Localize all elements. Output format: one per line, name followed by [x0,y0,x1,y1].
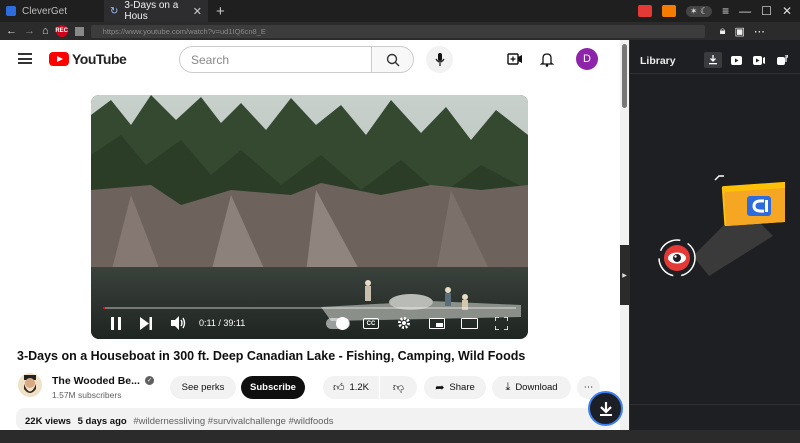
tab-label: 3-Days on a Hous [124,0,179,22]
settings-gear-icon[interactable] [397,316,411,330]
tab-audio[interactable] [773,52,791,68]
maximize-icon[interactable]: ☐ [761,4,772,18]
fullscreen-icon[interactable] [495,317,508,330]
tab-label: CleverGet [22,5,68,17]
screenshot-icon[interactable]: ▣ [735,25,745,38]
account-avatar[interactable]: D [576,48,598,70]
download-icon: ⤓ [505,381,511,393]
volume-icon[interactable] [171,316,186,330]
subscribe-button[interactable]: Subscribe [241,376,305,399]
more-icon[interactable]: ⋯ [754,25,765,38]
search-button[interactable] [372,46,414,73]
microphone-icon [435,52,444,66]
video-player[interactable]: 0:11 / 39:11 CC [91,95,528,339]
miniplayer-icon[interactable] [429,318,445,329]
youtube-play-icon [49,52,69,66]
library-panel: Library [629,40,800,430]
browser-tab-bar: CleverGet ↻ 3-Days on a Hous ✕ + ✶ ☾ ≡ —… [0,0,800,22]
thumbs-down-icon: 👎︎ [392,382,405,394]
tab-downloading[interactable] [704,52,722,68]
video-icon [730,55,742,65]
video-progress-bar[interactable] [103,307,516,309]
record-badge[interactable]: REC [55,25,68,37]
download-button[interactable]: ⤓ Download [492,376,571,399]
back-icon[interactable]: ← [6,25,17,37]
library-title: Library [640,55,676,67]
empty-library-illustration [658,175,785,277]
loading-icon: ↻ [110,5,119,17]
cleverget-logo-icon [6,6,16,16]
download-tray-icon [709,55,717,65]
tab-videos[interactable] [727,52,745,68]
video-time-readout: 0:11 / 39:11 [199,318,246,328]
page-scrollbar[interactable] [620,40,629,430]
window-controls: ✶ ☾ ≡ — ☐ ✕ [638,4,800,18]
music-video-icon [753,55,765,65]
view-count: 22K views [25,416,71,427]
video-title: 3-Days on a Houseboat in 300 ft. Deep Ca… [17,349,526,363]
video-frame-image [91,95,528,339]
create-video-icon[interactable] [507,52,523,66]
voice-search-button[interactable] [426,46,453,73]
verified-check-icon: ✓ [145,376,154,385]
share-button[interactable]: ➦ Share [424,376,486,399]
more-dots-icon: ⋯ [583,382,594,393]
subtitles-icon[interactable]: CC [363,318,379,329]
menu-icon[interactable]: ≡ [722,4,729,18]
url-field[interactable]: https://www.youtube.com/watch?v=ud1IQ6cn… [90,24,705,38]
close-tab-icon[interactable]: ✕ [193,5,202,18]
lock-icon[interactable]: 🔒︎ [720,25,726,38]
search-icon [386,53,399,66]
library-bottom-divider [630,404,800,405]
notifications-bell-icon[interactable] [540,52,554,67]
channel-name[interactable]: The Wooded Be... [52,375,140,387]
audio-icon [776,55,788,65]
minimize-icon[interactable]: — [739,4,751,18]
autoplay-play-icon [336,317,349,330]
pause-icon[interactable] [110,317,122,330]
tab-youtube-video[interactable]: ↻ 3-Days on a Hous ✕ [104,0,208,22]
see-perks-button[interactable]: See perks [170,376,236,399]
like-button[interactable]: 👍︎ 1.2K [323,376,379,399]
description-box[interactable]: 22K views 5 days ago #wildernessliving #… [16,408,614,430]
new-tab-button[interactable]: + [208,3,233,20]
library-divider [630,73,800,74]
youtube-page: YouTube Search D 0:11 / 39:11 CC 3-Days … [0,40,629,430]
video-progress-fill [103,307,106,309]
library-tabs [704,52,791,68]
page-icon [74,26,84,36]
floating-download-button[interactable] [588,391,623,426]
search-input[interactable]: Search [179,46,372,73]
subscriber-count: 1.57M subscribers [52,390,122,400]
hashtags[interactable]: #wildernessliving #survivalchallenge #wi… [133,416,333,427]
close-window-icon[interactable]: ✕ [782,4,792,18]
library-toggle-handle[interactable]: ▶ [620,245,629,305]
youtube-header: YouTube Search D [0,40,620,80]
forward-icon[interactable]: → [24,25,35,37]
bearded-man-icon [24,375,36,393]
next-video-icon[interactable] [140,317,152,330]
channel-avatar[interactable] [18,373,42,397]
like-count: 1.2K [349,382,370,393]
gift-icon[interactable] [662,5,677,17]
thumbs-up-icon: 👍︎ [332,382,345,394]
cart-icon[interactable] [638,5,653,17]
home-icon[interactable]: ⌂ [42,25,49,37]
scrollbar-thumb[interactable] [622,44,627,108]
theme-toggle-icon[interactable]: ✶ ☾ [686,5,713,17]
hamburger-menu-icon[interactable] [18,53,32,64]
autoplay-toggle[interactable] [326,317,350,330]
youtube-logo[interactable]: YouTube [49,51,127,67]
tab-cleverget[interactable]: CleverGet [0,0,104,22]
upload-date: 5 days ago [77,416,127,427]
theater-mode-icon[interactable] [461,318,478,329]
download-arrow-icon [599,401,612,416]
tab-music[interactable] [750,52,768,68]
window-bottom-strip [0,430,800,443]
share-arrow-icon: ➦ [435,382,445,394]
address-bar: ← → ⌂ REC https://www.youtube.com/watch?… [0,22,800,40]
dislike-button[interactable]: 👎︎ [380,376,417,399]
